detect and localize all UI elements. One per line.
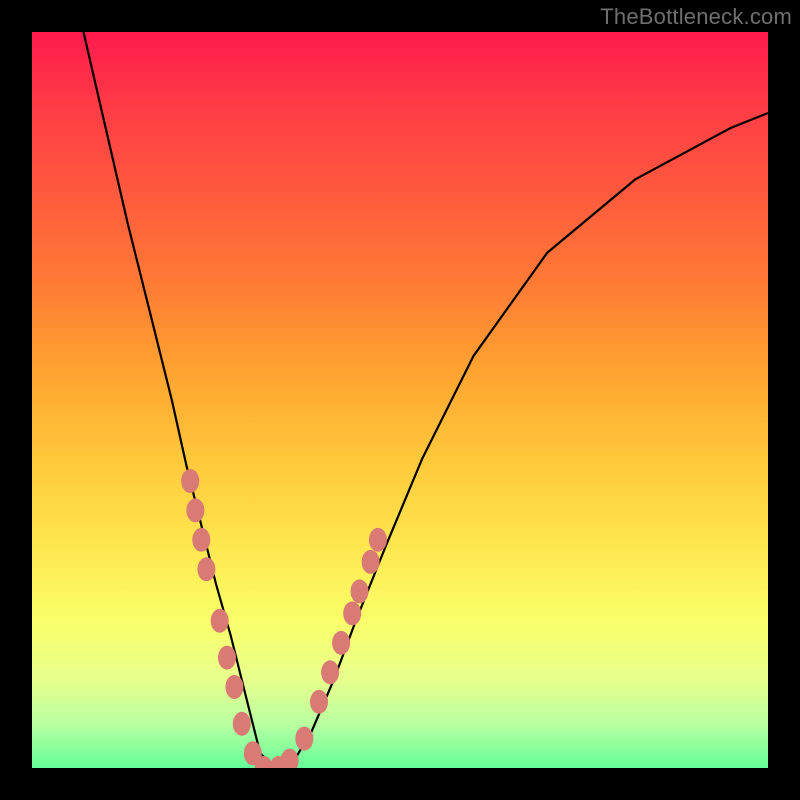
data-marker <box>295 727 313 751</box>
data-marker <box>218 646 236 670</box>
chart-frame: TheBottleneck.com <box>0 0 800 800</box>
data-marker <box>186 498 204 522</box>
data-marker <box>351 579 369 603</box>
data-marker <box>192 528 210 552</box>
data-marker <box>281 749 299 768</box>
data-marker <box>225 675 243 699</box>
marker-group <box>181 469 387 768</box>
data-marker <box>362 550 380 574</box>
data-marker <box>369 528 387 552</box>
data-marker <box>343 601 361 625</box>
data-marker <box>310 690 328 714</box>
data-marker <box>181 469 199 493</box>
data-marker <box>197 557 215 581</box>
data-marker <box>332 631 350 655</box>
data-marker <box>233 712 251 736</box>
data-marker <box>211 609 229 633</box>
data-marker <box>321 660 339 684</box>
chart-overlay <box>32 32 768 768</box>
bottleneck-curve <box>84 32 769 768</box>
watermark-text: TheBottleneck.com <box>600 4 792 30</box>
plot-area <box>32 32 768 768</box>
